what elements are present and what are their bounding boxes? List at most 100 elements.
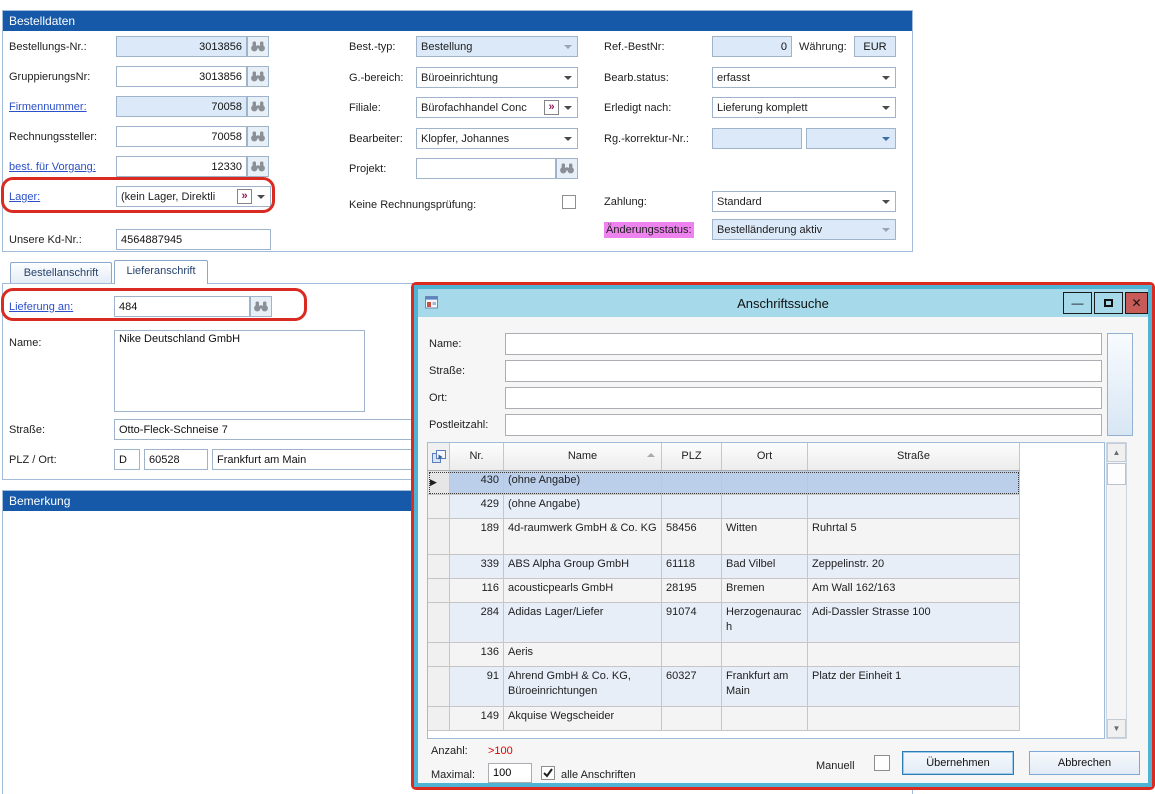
table-row-selected[interactable]: ▶ 430 (ohne Angabe) xyxy=(428,471,1020,495)
minimize-button[interactable]: — xyxy=(1063,292,1092,314)
scrollbar-thumb[interactable] xyxy=(1107,463,1126,485)
tab-lieferanschrift[interactable]: Lieferanschrift xyxy=(114,260,208,284)
bearbstatus-combo[interactable]: erfasst xyxy=(712,67,896,88)
cell-nr[interactable]: 91 xyxy=(450,667,504,706)
aenderungsstatus-combo[interactable]: Bestelländerung aktiv xyxy=(712,219,896,240)
search-side-button[interactable] xyxy=(1107,333,1133,436)
filiale-jump-icon[interactable]: » xyxy=(544,100,559,115)
cell-ort[interactable]: Bad Vilbel xyxy=(722,555,808,578)
waehrung-field[interactable] xyxy=(854,36,896,57)
gbereich-combo[interactable]: Büroeinrichtung xyxy=(416,67,578,88)
bearbstatus-dropdown-arrow-icon[interactable] xyxy=(882,76,890,80)
cell-ort[interactable]: Frankfurt am Main xyxy=(722,667,808,706)
table-row[interactable]: 284 Adidas Lager/Liefer 91074 Herzogenau… xyxy=(428,603,1020,643)
cell-plz[interactable]: 91074 xyxy=(662,603,722,642)
firmennummer-link[interactable]: Firmennummer: xyxy=(9,100,87,114)
erledigt-dropdown-arrow-icon[interactable] xyxy=(882,106,890,110)
filiale-dropdown-arrow-icon[interactable] xyxy=(564,106,572,110)
gruppierungsnr-search-button[interactable] xyxy=(247,66,269,87)
gbereich-dropdown-arrow-icon[interactable] xyxy=(564,76,572,80)
firmennummer-search-button[interactable] xyxy=(247,96,269,117)
zahlung-combo[interactable]: Standard xyxy=(712,191,896,212)
header-name[interactable]: Name xyxy=(504,443,662,470)
cell-nr[interactable]: 430 xyxy=(450,471,504,494)
name-textarea[interactable]: Nike Deutschland GmbH xyxy=(114,330,365,412)
lager-combo[interactable]: (kein Lager, Direktli » xyxy=(116,186,271,207)
cell-strasse[interactable]: Am Wall 162/163 xyxy=(808,579,1020,602)
erledigt-combo[interactable]: Lieferung komplett xyxy=(712,97,896,118)
bearbeiter-combo[interactable]: Klopfer, Johannes xyxy=(416,128,578,149)
table-row[interactable]: 136 Aeris xyxy=(428,643,1020,667)
cell-name[interactable]: Adidas Lager/Liefer xyxy=(504,603,662,642)
lager-jump-icon[interactable]: » xyxy=(237,189,252,204)
cell-strasse[interactable] xyxy=(808,707,1020,730)
header-plz[interactable]: PLZ xyxy=(662,443,722,470)
cell-name[interactable]: (ohne Angabe) xyxy=(504,495,662,518)
lieferung-an-search-button[interactable] xyxy=(250,296,272,317)
tab-bestellanschrift[interactable]: Bestellanschrift xyxy=(10,262,112,283)
rgkorrektur-combo[interactable] xyxy=(806,128,896,149)
vorgang-field[interactable] xyxy=(116,156,247,177)
kdnr-field[interactable] xyxy=(116,229,271,250)
close-button[interactable]: ✕ xyxy=(1125,292,1148,314)
land-field[interactable] xyxy=(114,449,140,470)
header-strasse[interactable]: Straße xyxy=(808,443,1020,470)
cell-strasse[interactable]: Zeppelinstr. 20 xyxy=(808,555,1020,578)
vorgang-search-button[interactable] xyxy=(247,156,269,177)
alle-anschriften-checkbox[interactable] xyxy=(541,766,555,780)
cell-plz[interactable] xyxy=(662,707,722,730)
bestellnr-field[interactable] xyxy=(116,36,247,57)
cell-nr[interactable]: 149 xyxy=(450,707,504,730)
rechnungssteller-field[interactable] xyxy=(116,126,247,147)
rgkorrektur-dropdown-arrow-icon[interactable] xyxy=(882,137,890,141)
vorgang-link[interactable]: best. für Vorgang: xyxy=(9,160,96,174)
cell-plz[interactable] xyxy=(662,471,722,494)
refbestnr-field[interactable] xyxy=(712,36,792,57)
lieferung-an-field[interactable] xyxy=(114,296,250,317)
cell-name[interactable]: 4d-raumwerk GmbH & Co. KG xyxy=(504,519,662,554)
cell-name[interactable]: Ahrend GmbH & Co. KG, Büroeinrichtungen xyxy=(504,667,662,706)
cell-name[interactable]: Akquise Wegscheider xyxy=(504,707,662,730)
lieferung-an-link[interactable]: Lieferung an: xyxy=(9,300,73,314)
cell-ort[interactable] xyxy=(722,643,808,666)
cell-name[interactable]: acousticpearls GmbH xyxy=(504,579,662,602)
scroll-down-icon[interactable]: ▼ xyxy=(1107,719,1126,738)
plz-field[interactable] xyxy=(144,449,208,470)
lager-link[interactable]: Lager: xyxy=(9,190,40,204)
bestellnr-search-button[interactable] xyxy=(247,36,269,57)
abbrechen-button[interactable]: Abbrechen xyxy=(1029,751,1140,775)
cell-nr[interactable]: 339 xyxy=(450,555,504,578)
table-row[interactable]: 339 ABS Alpha Group GmbH 61118 Bad Vilbe… xyxy=(428,555,1020,579)
scroll-up-icon[interactable]: ▲ xyxy=(1107,443,1126,462)
firmennummer-field[interactable] xyxy=(116,96,247,117)
cell-strasse[interactable]: Adi-Dassler Strasse 100 xyxy=(808,603,1020,642)
cell-plz[interactable]: 58456 xyxy=(662,519,722,554)
projekt-search-button[interactable] xyxy=(556,158,578,179)
cell-plz[interactable] xyxy=(662,643,722,666)
cell-strasse[interactable] xyxy=(808,471,1020,494)
zahlung-dropdown-arrow-icon[interactable] xyxy=(882,200,890,204)
header-ort[interactable]: Ort xyxy=(722,443,808,470)
cell-name[interactable]: ABS Alpha Group GmbH xyxy=(504,555,662,578)
cell-ort[interactable]: Witten xyxy=(722,519,808,554)
cell-name[interactable]: Aeris xyxy=(504,643,662,666)
cell-strasse[interactable]: Platz der Einheit 1 xyxy=(808,667,1020,706)
dialog-plz-input[interactable] xyxy=(505,414,1102,436)
cell-nr[interactable]: 116 xyxy=(450,579,504,602)
table-row[interactable]: 116 acousticpearls GmbH 28195 Bremen Am … xyxy=(428,579,1020,603)
table-row[interactable]: 429 (ohne Angabe) xyxy=(428,495,1020,519)
rgkorrektur-field[interactable] xyxy=(712,128,802,149)
table-row[interactable]: 91 Ahrend GmbH & Co. KG, Büroeinrichtung… xyxy=(428,667,1020,707)
cell-plz[interactable]: 60327 xyxy=(662,667,722,706)
gruppierungsnr-field[interactable] xyxy=(116,66,247,87)
table-corner-button[interactable] xyxy=(428,443,450,470)
table-row[interactable]: 189 4d-raumwerk GmbH & Co. KG 58456 Witt… xyxy=(428,519,1020,555)
cell-plz[interactable]: 28195 xyxy=(662,579,722,602)
cell-ort[interactable] xyxy=(722,471,808,494)
manuell-checkbox[interactable] xyxy=(874,755,890,771)
besttyp-combo[interactable]: Bestellung xyxy=(416,36,578,57)
cell-plz[interactable] xyxy=(662,495,722,518)
cell-nr[interactable]: 136 xyxy=(450,643,504,666)
cell-ort[interactable]: Herzogenaurach xyxy=(722,603,808,642)
maximize-button[interactable] xyxy=(1094,292,1123,314)
